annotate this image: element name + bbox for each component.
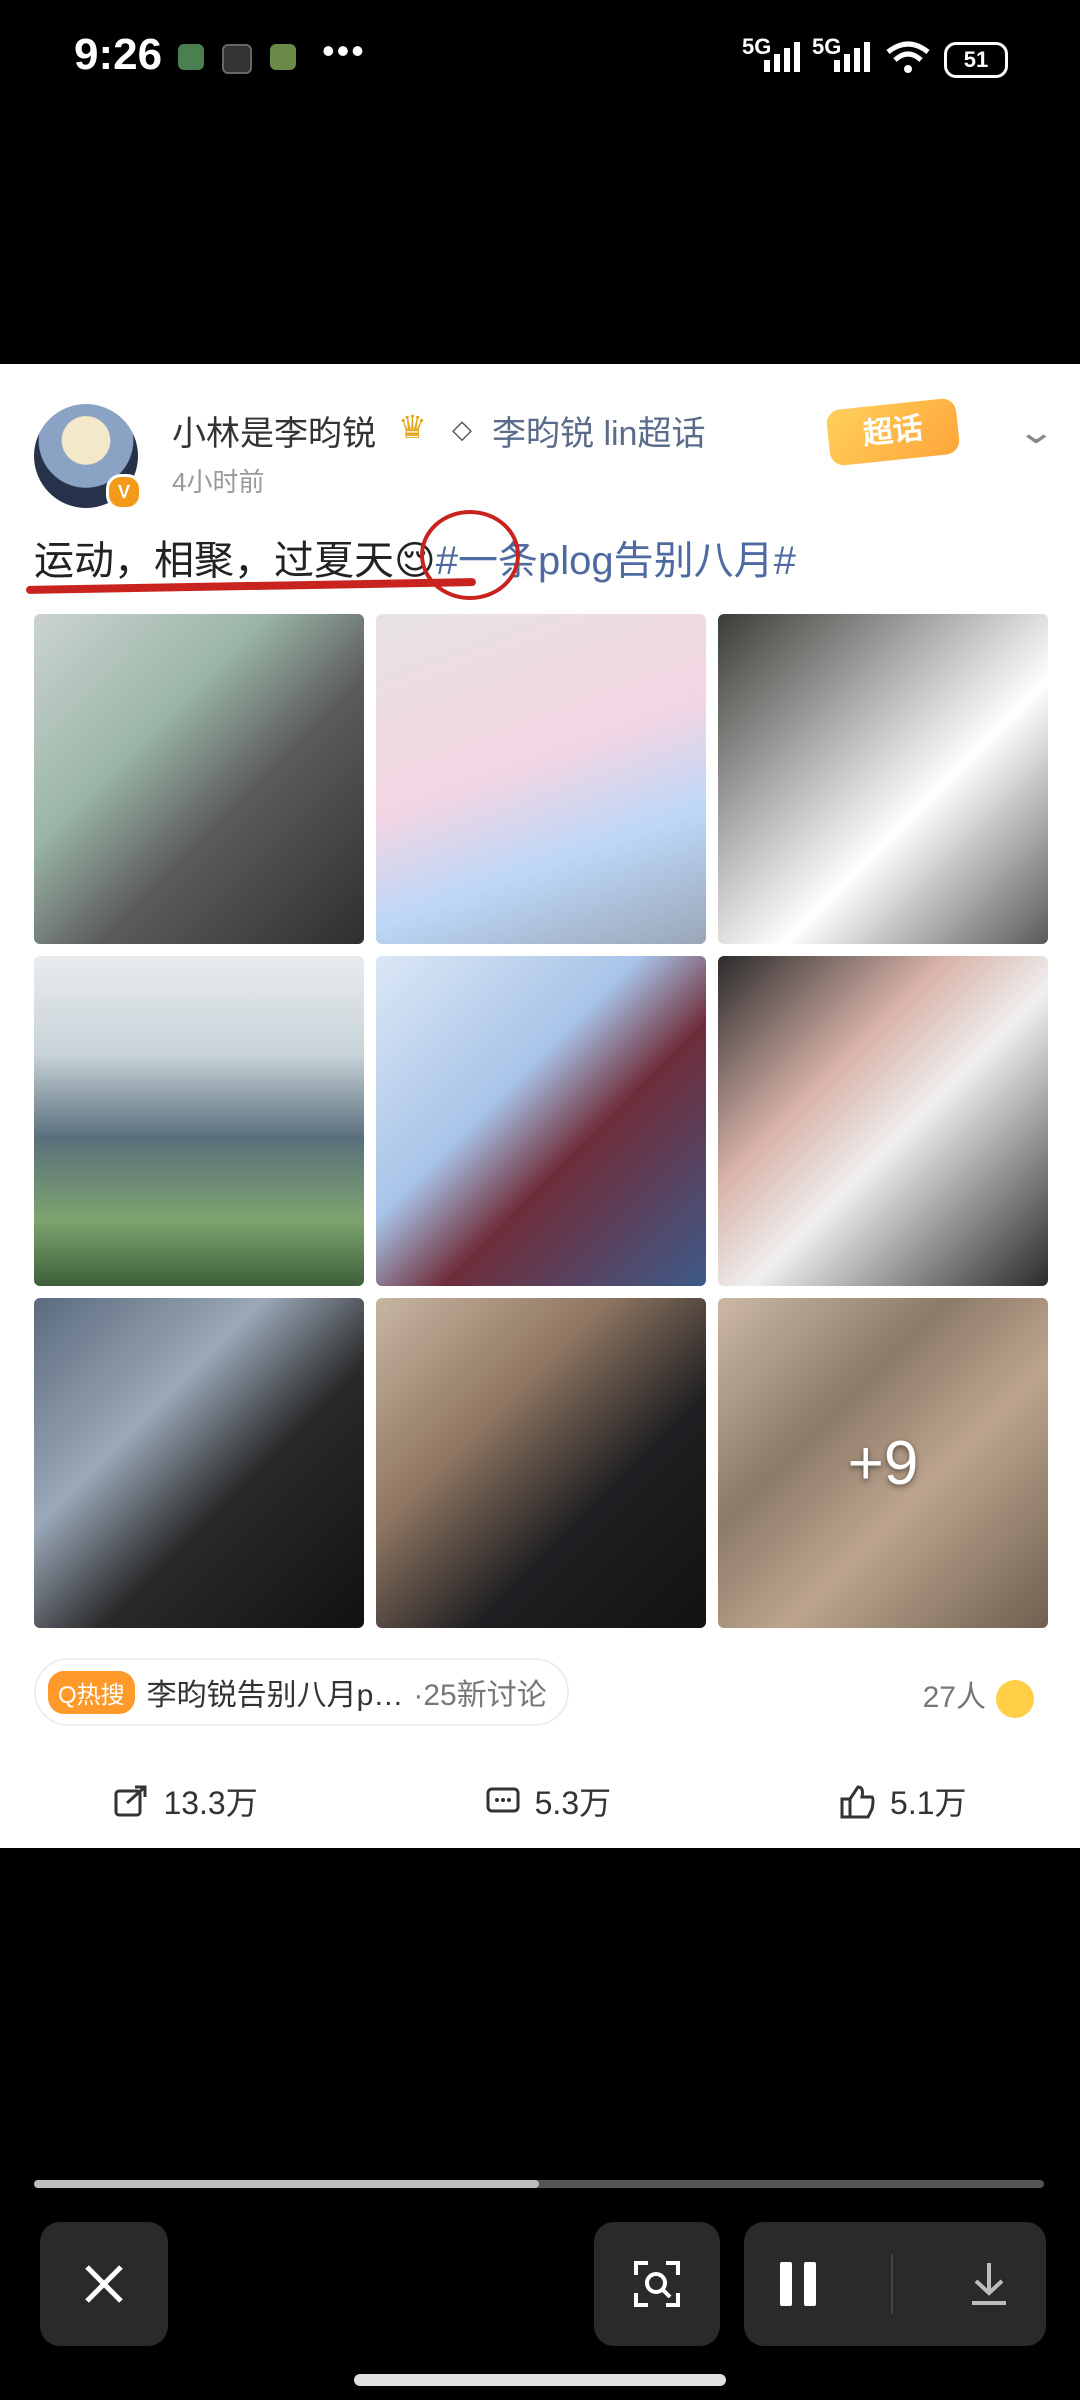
photo-thumbnail[interactable] [34, 956, 364, 1286]
app-notification-icon [222, 44, 252, 74]
photo-thumbnail[interactable] [718, 956, 1048, 1286]
weibo-post-card: V 小林是李昀锐 ♛ ◇ 李昀锐 lin超话 4小时前 超话 ⌄ 运动，相聚，过… [0, 364, 1080, 1848]
emoji-reaction-icon [996, 1680, 1034, 1719]
signal-icon [834, 42, 870, 72]
photo-thumbnail[interactable] [34, 1298, 364, 1628]
hot-search-tag: Q热搜 [48, 1670, 135, 1714]
hot-search-topic: 李昀锐告别八月p… [146, 1679, 404, 1712]
diamond-icon: ◇ [452, 414, 472, 444]
close-button[interactable] [40, 2222, 168, 2346]
post-timestamp: 4小时前 [172, 467, 265, 497]
photo-thumbnail[interactable] [376, 956, 706, 1286]
comment-icon [486, 1787, 520, 1813]
annotation-circle [420, 510, 520, 600]
close-icon [85, 2265, 123, 2303]
progress-fill [34, 2180, 539, 2188]
share-icon [114, 1785, 147, 1817]
comment-count: 5.3万 [534, 1785, 612, 1821]
photo-thumbnail-more[interactable]: +9 [718, 1298, 1048, 1628]
crown-icon: ♛ [398, 409, 427, 445]
comment-button[interactable]: 5.3万 [485, 1778, 612, 1824]
download-icon[interactable] [962, 2257, 1016, 2311]
like-button[interactable]: 5.1万 [838, 1778, 967, 1824]
repost-button[interactable]: 13.3万 [113, 1778, 258, 1824]
battery-icon: 51 [944, 42, 1008, 78]
repost-count: 13.3万 [163, 1785, 258, 1821]
post-text-main: 运动，相聚，过夏天 [34, 539, 394, 583]
post-actions: 13.3万 5.3万 5.1万 [0, 1766, 1080, 1836]
supertopic-link[interactable]: 李昀锐 lin超话 [492, 406, 705, 455]
scan-button[interactable] [594, 2222, 720, 2346]
photo-thumbnail[interactable] [376, 1298, 706, 1628]
app-notification-icon [270, 44, 296, 70]
progress-bar[interactable] [34, 2180, 1044, 2188]
signal-icon [764, 42, 800, 72]
thumbs-up-icon [840, 1785, 875, 1819]
more-notifications-icon: ••• [322, 30, 366, 71]
playback-controls [744, 2222, 1046, 2346]
home-indicator[interactable] [354, 2374, 726, 2386]
more-photos-count: +9 [847, 1428, 919, 1498]
app-notification-icon [178, 44, 204, 70]
chevron-down-icon[interactable]: ⌄ [1016, 412, 1056, 452]
photo-thumbnail[interactable] [376, 614, 706, 944]
like-count: 5.1万 [890, 1785, 967, 1821]
controls-divider [891, 2254, 893, 2314]
photo-thumbnail[interactable] [718, 614, 1048, 944]
wifi-icon [886, 41, 930, 73]
hot-search-chip[interactable]: Q热搜 李昀锐告别八月p… ·25新讨论 [34, 1658, 569, 1726]
pause-icon[interactable] [774, 2256, 822, 2312]
media-controls [0, 2170, 1080, 2400]
status-bar: 9:26 ••• 5G 5G 51 [0, 0, 1080, 120]
post-text: 运动，相聚，过夏天😌#一条plog告别八月# [34, 528, 796, 586]
verified-badge: V [106, 474, 142, 510]
photo-thumbnail[interactable] [34, 614, 364, 944]
scan-icon [634, 2261, 680, 2307]
like-people[interactable]: 27人 [922, 1672, 1034, 1719]
like-people-count: 27人 [922, 1681, 986, 1714]
supertopic-badge[interactable]: 超话 [825, 397, 961, 467]
hot-search-count: ·25新讨论 [413, 1679, 547, 1712]
post-username[interactable]: 小林是李昀锐 [172, 406, 376, 455]
status-time: 9:26 [74, 30, 163, 79]
